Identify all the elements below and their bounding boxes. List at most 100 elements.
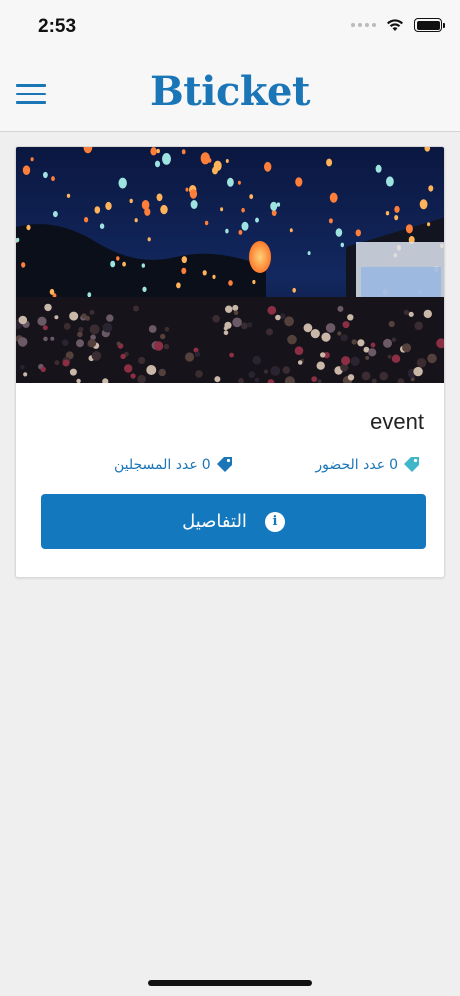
crowd-figure (351, 339, 357, 345)
crowd-figure (391, 354, 401, 363)
lantern (150, 147, 157, 156)
lantern (428, 185, 434, 192)
info-icon: i (264, 511, 285, 532)
lantern (375, 164, 382, 173)
crowd-figure (69, 311, 79, 321)
lantern (340, 242, 344, 248)
lantern (49, 288, 55, 295)
lantern (355, 229, 361, 237)
crowd-figure (44, 303, 52, 312)
crowd-figure (391, 337, 397, 342)
crowd-figure (254, 377, 260, 383)
crowd-figure (138, 356, 146, 365)
crowd-figure (106, 314, 114, 322)
lantern (87, 292, 92, 298)
home-indicator[interactable] (148, 980, 312, 986)
lantern (156, 193, 163, 202)
crowd-figure (340, 334, 348, 342)
crowd-figure (89, 309, 95, 315)
lantern (51, 176, 55, 182)
crowd-figure (40, 366, 46, 372)
crowd-figure (214, 376, 221, 383)
lantern (276, 202, 281, 207)
crowd-figure (229, 352, 235, 358)
crowd-figure (365, 355, 370, 360)
event-image (16, 147, 444, 383)
crowd-figure (287, 334, 297, 345)
lantern (129, 198, 133, 204)
lantern (185, 187, 189, 192)
lantern (228, 280, 233, 286)
lantern (181, 149, 186, 155)
crowd-figure (18, 315, 28, 325)
crowd-figure (62, 359, 70, 367)
lantern (237, 180, 241, 185)
lantern (238, 229, 243, 235)
crowd-figure (266, 328, 273, 336)
crowd-figure (23, 372, 28, 377)
lantern (241, 221, 249, 231)
lantern (22, 165, 31, 175)
registered-label: عدد المسجلين (114, 457, 198, 473)
crowd-figure (212, 315, 220, 323)
crowd-figure (275, 314, 281, 321)
lantern (264, 161, 272, 172)
crowd-figure (69, 368, 77, 376)
lantern (122, 261, 126, 267)
lantern (84, 217, 89, 223)
attendance-count: 0 (389, 457, 398, 473)
crowd-figure (77, 331, 83, 338)
crowd-figure (233, 310, 239, 316)
crowd-figure (297, 360, 303, 365)
lantern (30, 157, 34, 162)
lantern (307, 251, 311, 256)
crowd-figure (76, 378, 81, 383)
lantern (134, 218, 138, 223)
crowd-figure (194, 351, 201, 358)
status-icons (351, 18, 445, 32)
lantern (43, 171, 48, 179)
crowd-figure (387, 354, 392, 359)
event-title: event (370, 409, 424, 434)
lantern (227, 177, 234, 187)
event-card[interactable]: event 0 عدد الحضور 0 عدد المسجلين i التف… (15, 146, 445, 578)
crowd-figure (294, 346, 304, 355)
crowd-figure (133, 305, 140, 312)
lantern (116, 256, 120, 261)
lantern (225, 228, 229, 234)
lantern (53, 211, 58, 218)
lantern (165, 156, 170, 162)
crowd-figure (370, 342, 376, 348)
lantern (385, 211, 390, 216)
lantern (110, 260, 116, 268)
lantern (16, 237, 20, 243)
crowd-figure (408, 311, 414, 317)
lantern (141, 200, 150, 210)
crowd-figure (388, 320, 395, 328)
crowd-figure (248, 371, 256, 378)
battery-icon (414, 18, 445, 32)
registered-count: 0 (201, 457, 211, 473)
details-button[interactable]: i التفاصيل (41, 494, 426, 549)
lantern (142, 286, 147, 292)
lantern (329, 192, 338, 203)
crowd-figure (223, 330, 229, 336)
crowd-figure (76, 339, 84, 348)
crowd-figure (252, 355, 262, 365)
lantern (292, 287, 297, 293)
lantern (289, 228, 293, 233)
lantern (427, 222, 431, 227)
lantern (326, 158, 333, 167)
signal-icon (351, 23, 376, 27)
lantern (154, 160, 161, 168)
crowd-figure (416, 358, 427, 368)
crowd-figure (403, 309, 410, 316)
lantern (270, 201, 278, 211)
crowd-figure (341, 356, 351, 366)
crowd-figure (310, 329, 320, 339)
crowd-figure (337, 305, 344, 312)
crowd-figure (284, 316, 294, 327)
crowd-figure (311, 376, 318, 382)
crowd-figure (414, 321, 424, 331)
crowd-figure (342, 321, 350, 329)
